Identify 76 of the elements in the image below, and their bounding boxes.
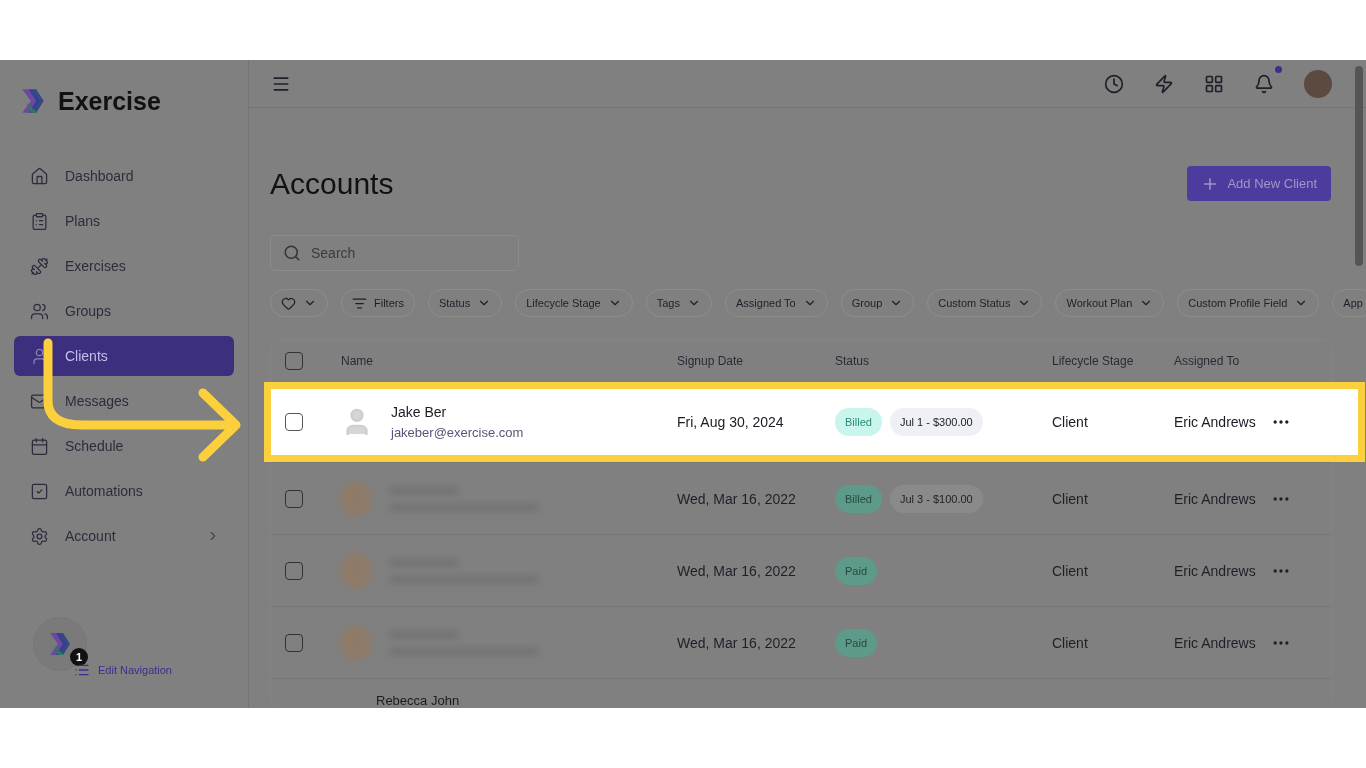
- signup-date: Wed, Mar 16, 2022: [677, 634, 797, 651]
- filter-dropdown[interactable]: App: [1332, 289, 1366, 317]
- nav-icon: [30, 481, 49, 501]
- assigned-to: Eric Andrews: [1174, 490, 1257, 507]
- invoice-tag: Jul 1 - $300.00: [889, 408, 983, 436]
- assigned-to: Eric Andrews: [1174, 414, 1257, 430]
- filter-dropdown[interactable]: Tags: [645, 289, 712, 317]
- column-header: Signup Date: [677, 354, 745, 368]
- nav-icon: [30, 436, 49, 456]
- row-checkbox[interactable]: [285, 413, 303, 431]
- client-name: Rebecca John: [376, 694, 460, 708]
- lifecycle-stage: Client: [1052, 634, 1089, 651]
- scrollbar[interactable]: [1355, 66, 1363, 266]
- table-row[interactable]: Wed, Mar 16, 2022 Paid Client Eric Andrews: [271, 606, 1331, 678]
- row-checkbox[interactable]: [285, 489, 303, 508]
- sidebar-item[interactable]: Clients: [14, 336, 234, 376]
- filter-dropdown[interactable]: Status: [427, 289, 503, 317]
- status-badge: Paid: [835, 628, 878, 657]
- search-icon: [283, 244, 301, 262]
- sidebar-item[interactable]: Dashboard: [14, 156, 234, 196]
- row-checkbox[interactable]: [285, 561, 303, 580]
- nav-icon: [30, 301, 49, 321]
- invoice-tag: Jul 3 - $100.00: [889, 484, 983, 513]
- filter-dropdown[interactable]: Custom Status: [927, 289, 1043, 317]
- table-row[interactable]: Wed, Mar 16, 2022 Billed Jul 3 - $100.00 Client Eric Andrews: [271, 462, 1331, 534]
- nav-icon: [30, 166, 49, 186]
- sidebar-item[interactable]: Automations: [14, 471, 234, 511]
- column-header: Lifecycle Stage: [1052, 354, 1135, 368]
- column-header: Assigned To: [1174, 354, 1241, 368]
- filter-dropdown[interactable]: Assigned To: [725, 289, 828, 317]
- column-header: Name: [341, 354, 374, 368]
- sidebar-item[interactable]: Schedule: [14, 426, 234, 466]
- nav-icon: [30, 256, 49, 276]
- add-client-button[interactable]: Add New Client: [1187, 166, 1331, 201]
- status-badge: Billed: [835, 484, 882, 513]
- lightning-icon[interactable]: [1154, 73, 1174, 94]
- table-row[interactable]: Wed, Mar 16, 2022 Paid Client Eric Andrews: [271, 534, 1331, 606]
- logo-button[interactable]: [34, 618, 86, 670]
- favorite-filter[interactable]: [270, 289, 328, 317]
- list-icon: [74, 662, 90, 678]
- signup-date: Wed, Mar 16, 2022: [677, 562, 797, 579]
- filter-dropdown[interactable]: Custom Profile Field: [1177, 289, 1320, 317]
- sidebar-item[interactable]: Account: [14, 516, 234, 556]
- filter-dropdown[interactable]: Workout Plan: [1055, 289, 1165, 317]
- nav-icon: [30, 526, 49, 546]
- client-email: jakeber@exercise.com: [391, 425, 524, 440]
- lifecycle-stage: Client: [1052, 414, 1089, 430]
- signup-date: Fri, Aug 30, 2024: [677, 414, 785, 430]
- column-header: Status: [835, 354, 871, 368]
- clock-icon[interactable]: [1104, 73, 1124, 94]
- filters-button[interactable]: Filters: [341, 289, 415, 317]
- signup-date: Wed, Mar 16, 2022: [677, 490, 797, 507]
- sidebar-item[interactable]: Messages: [14, 381, 234, 421]
- nav-icon: [30, 211, 49, 231]
- lifecycle-stage: Client: [1052, 562, 1089, 579]
- assigned-to: Eric Andrews: [1174, 562, 1257, 579]
- search-field[interactable]: Search: [270, 235, 519, 271]
- page-title: Accounts: [270, 166, 394, 201]
- assigned-to: Eric Andrews: [1174, 634, 1257, 651]
- heart-icon: [281, 295, 296, 311]
- lifecycle-stage: Client: [1052, 490, 1089, 507]
- status-badge: Billed: [835, 408, 882, 436]
- sidebar-item[interactable]: Exercises: [14, 246, 234, 286]
- grid-icon[interactable]: [1204, 73, 1224, 94]
- client-name: Jake Ber: [391, 404, 448, 420]
- sidebar-item[interactable]: Groups: [14, 291, 234, 331]
- filter-icon: [352, 295, 367, 311]
- row-checkbox[interactable]: [285, 633, 303, 652]
- select-all-checkbox[interactable]: [285, 352, 303, 370]
- status-badge: Paid: [835, 556, 878, 585]
- filter-dropdown[interactable]: Group: [840, 289, 915, 317]
- notifications-icon[interactable]: [1254, 73, 1274, 94]
- sidebar-item[interactable]: Plans: [14, 201, 234, 241]
- search-input[interactable]: Search: [309, 244, 489, 262]
- app-name: Exercise: [58, 86, 161, 116]
- filter-dropdown[interactable]: Lifecycle Stage: [515, 289, 633, 317]
